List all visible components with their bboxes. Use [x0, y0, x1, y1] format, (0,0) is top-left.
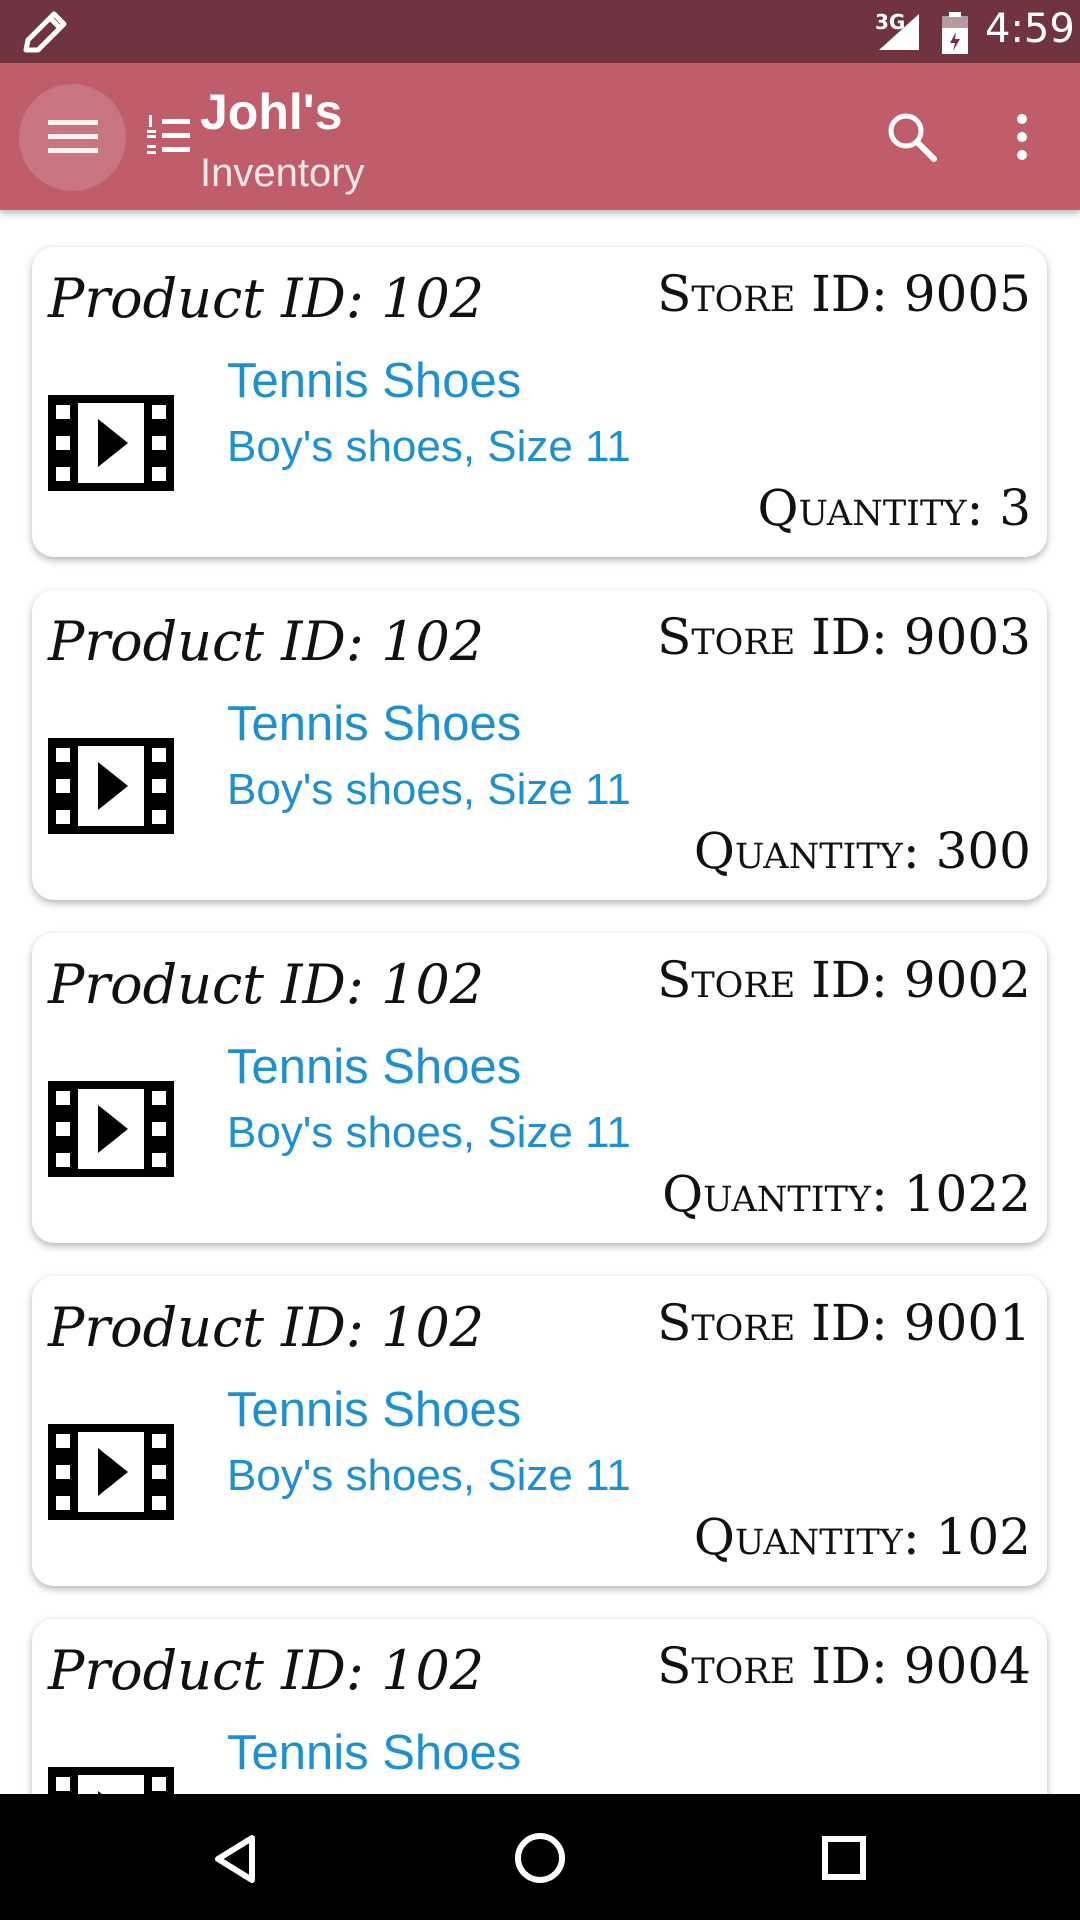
product-description: Boy's shoes, Size 11 [227, 1451, 631, 1500]
search-icon[interactable] [884, 109, 940, 165]
inventory-card[interactable]: Product ID: 102 Store ID: 9003 Tennis Sh… [32, 590, 1047, 900]
inventory-card[interactable]: Product ID: 102 Store ID: 9002 Tennis Sh… [32, 933, 1047, 1243]
film-icon [48, 1424, 174, 1520]
product-description: Boy's shoes, Size 11 [227, 422, 631, 471]
product-id: Product ID: 102 [48, 610, 485, 673]
numbered-list-icon [147, 115, 190, 154]
system-nav-bar [0, 1794, 1080, 1920]
product-id: Product ID: 102 [48, 1296, 485, 1359]
inventory-card[interactable]: Product ID: 102 Store ID: 9001 Tennis Sh… [32, 1276, 1047, 1586]
store-id: Store ID: 9004 [657, 1637, 1031, 1695]
app-bar: Johl's Inventory [0, 63, 1080, 210]
inventory-card[interactable]: Product ID: 102 Store ID: 9005 Tennis Sh… [32, 247, 1047, 557]
menu-button[interactable] [19, 84, 126, 191]
app-title: Johl's [200, 84, 343, 140]
product-id: Product ID: 102 [48, 1639, 485, 1702]
store-id: Store ID: 9001 [657, 1294, 1031, 1352]
signal-icon [879, 14, 919, 50]
quantity: Quantity: 3 [757, 479, 1031, 537]
app-subtitle: Inventory [200, 151, 365, 195]
home-icon[interactable] [514, 1832, 566, 1884]
quantity: Quantity: 102 [693, 1508, 1031, 1566]
hamburger-menu-icon [48, 120, 98, 153]
product-name: Tennis Shoes [227, 354, 522, 408]
product-id: Product ID: 102 [48, 267, 485, 330]
battery-icon [942, 12, 968, 54]
store-id: Store ID: 9002 [657, 951, 1031, 1009]
quantity: Quantity: 300 [693, 822, 1031, 880]
product-name: Tennis Shoes [227, 1726, 522, 1780]
film-icon [48, 1767, 174, 1794]
inventory-card[interactable]: Product ID: 102 Store ID: 9004 Tennis Sh… [32, 1619, 1047, 1794]
clock: 4:59 [985, 6, 1075, 52]
back-icon[interactable] [212, 1834, 258, 1884]
recents-icon[interactable] [822, 1836, 866, 1880]
pencil-icon [23, 11, 67, 53]
film-icon [48, 738, 174, 834]
product-name: Tennis Shoes [227, 697, 522, 751]
film-icon [48, 395, 174, 491]
quantity: Quantity: 1022 [662, 1165, 1031, 1223]
product-id: Product ID: 102 [48, 953, 485, 1016]
inventory-list[interactable]: Product ID: 102 Store ID: 9005 Tennis Sh… [0, 210, 1080, 1794]
product-name: Tennis Shoes [227, 1383, 522, 1437]
product-description: Boy's shoes, Size 11 [227, 1108, 631, 1157]
product-name: Tennis Shoes [227, 1040, 522, 1094]
store-id: Store ID: 9003 [657, 608, 1031, 666]
product-description: Boy's shoes, Size 11 [227, 765, 631, 814]
status-bar: 3G 4:59 [0, 0, 1080, 63]
store-id: Store ID: 9005 [657, 265, 1031, 323]
film-icon [48, 1081, 174, 1177]
more-vert-icon[interactable] [1010, 113, 1034, 161]
